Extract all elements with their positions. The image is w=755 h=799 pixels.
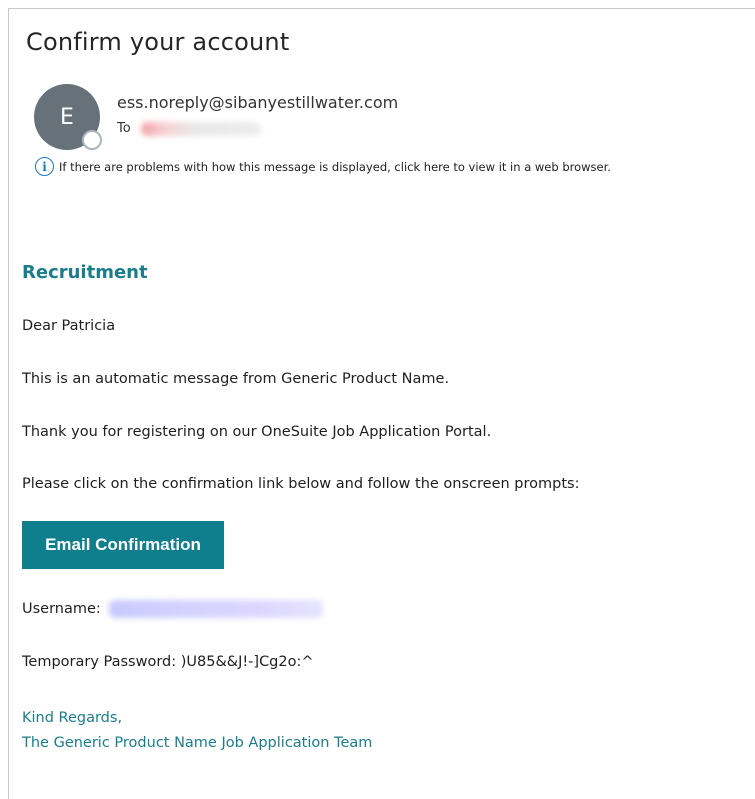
sender-address[interactable]: ess.noreply@sibanyestillwater.com bbox=[117, 93, 398, 112]
password-row: Temporary Password: )U85&&J!-]Cg2o:^ bbox=[22, 654, 314, 670]
recipient-row: To bbox=[117, 121, 261, 136]
display-problem-text: If there are problems with how this mess… bbox=[59, 159, 611, 174]
password-label: Temporary Password: bbox=[22, 654, 177, 670]
to-label: To bbox=[117, 121, 131, 136]
presence-status-icon bbox=[82, 130, 102, 150]
email-confirmation-button[interactable]: Email Confirmation bbox=[22, 521, 224, 569]
username-label: Username: bbox=[22, 601, 101, 617]
section-title: Recruitment bbox=[22, 262, 148, 283]
signature: Kind Regards, The Generic Product Name J… bbox=[22, 706, 372, 756]
body-line-instructions: Please click on the confirmation link be… bbox=[22, 476, 580, 492]
signature-line-team: The Generic Product Name Job Application… bbox=[22, 735, 373, 751]
avatar-initial: E bbox=[60, 104, 74, 130]
display-problem-notice[interactable]: i If there are problems with how this me… bbox=[35, 157, 611, 176]
greeting: Dear Patricia bbox=[22, 318, 116, 334]
email-subject: Confirm your account bbox=[26, 28, 290, 56]
recipient-redacted[interactable] bbox=[140, 121, 261, 136]
body-line-thanks: Thank you for registering on our OneSuit… bbox=[22, 424, 492, 440]
signature-line-regards: Kind Regards, bbox=[22, 710, 123, 726]
username-redacted bbox=[108, 600, 323, 618]
username-row: Username: bbox=[22, 600, 323, 618]
body-line-automatic: This is an automatic message from Generi… bbox=[22, 371, 450, 387]
password-value: )U85&&J!-]Cg2o:^ bbox=[180, 654, 314, 670]
info-icon: i bbox=[35, 157, 54, 176]
